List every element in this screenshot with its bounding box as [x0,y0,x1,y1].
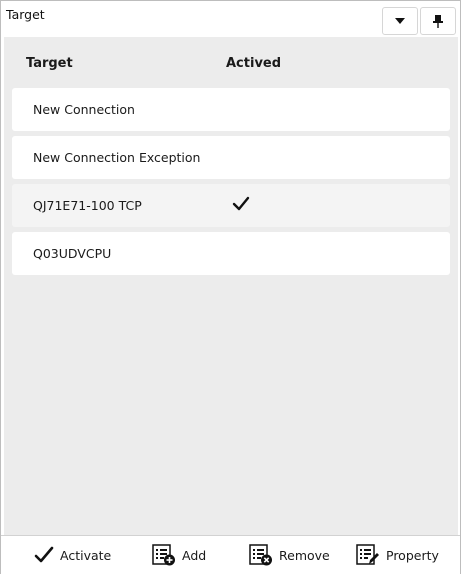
activate-label: Activate [60,547,112,563]
row-target-name: New Connection [33,102,135,117]
panel-titlebar: Target [1,1,460,37]
table-row[interactable]: QJ71E71-100 TCP [12,184,450,227]
row-target-name: QJ71E71-100 TCP [33,198,142,213]
list-remove-icon [249,544,272,566]
target-list-area: Target Actived New Connection New Connec… [4,37,458,535]
row-target-name: Q03UDVCPU [33,246,112,261]
bottom-toolbar: Activate Add Remove Property [1,535,460,574]
add-button[interactable]: Add [152,536,206,574]
table-row[interactable]: New Connection Exception [12,136,450,179]
table-row[interactable]: New Connection [12,88,450,131]
checkmark-icon [34,546,54,563]
panel-title: Target [6,7,45,22]
table-header: Target Actived [4,37,458,87]
pin-icon [433,15,443,28]
list-add-icon [152,544,175,566]
caret-down-icon [395,18,405,24]
remove-button[interactable]: Remove [249,536,330,574]
column-header-actived: Actived [226,56,282,71]
target-panel: Target Target Actived New Connection New… [0,0,461,574]
pin-button[interactable] [420,7,456,35]
property-button[interactable]: Property [356,536,439,574]
remove-label: Remove [279,547,330,563]
activate-button[interactable]: Activate [34,536,111,574]
add-label: Add [182,547,207,563]
checkmark-icon [232,196,250,211]
row-target-name: New Connection Exception [33,150,201,165]
table-row[interactable]: Q03UDVCPU [12,232,450,275]
property-label: Property [386,547,439,563]
list-edit-icon [356,544,379,565]
column-header-target: Target [26,56,73,71]
dropdown-button[interactable] [382,7,418,35]
